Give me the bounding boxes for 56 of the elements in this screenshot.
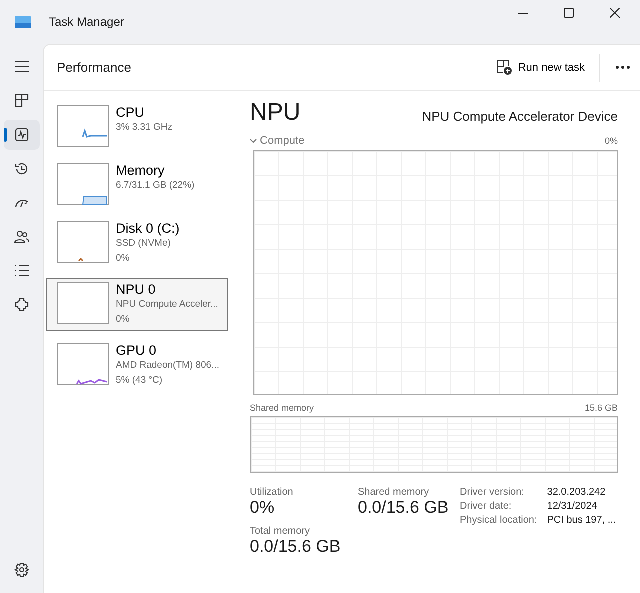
processes-icon: [14, 93, 30, 109]
menu-icon: [14, 59, 30, 75]
run-new-task-button[interactable]: Run new task: [489, 56, 593, 79]
device-detail: 5% (43 °C): [116, 374, 164, 388]
new-task-icon: [497, 60, 512, 75]
stat-label: Utilization: [250, 487, 294, 498]
device-item[interactable]: Disk 0 (C:) SSD (NVMe) 0%: [46, 217, 228, 270]
users-icon: [14, 229, 30, 245]
sparkline-graph: [57, 282, 109, 324]
device-detail: 0%: [116, 313, 131, 327]
info-label: Driver date:: [460, 501, 513, 512]
info-label: Physical location:: [460, 515, 538, 526]
close-icon[interactable]: [610, 8, 620, 18]
stat-label: Shared memory: [358, 487, 430, 498]
chevron-icon: [250, 139, 257, 144]
device-detail: 0%: [116, 252, 131, 266]
page-title: Performance: [57, 60, 132, 75]
stat-value: 0.0/15.6 GB: [358, 498, 450, 518]
device-name: NPU 0: [116, 282, 157, 297]
stat-label: Total memory: [250, 526, 312, 537]
device-item[interactable]: CPU 3% 3.31 GHz: [46, 101, 228, 151]
graph-max-label: 0%: [604, 136, 618, 146]
device-name: Disk 0 (C:): [116, 221, 180, 236]
device-detail: AMD Radeon(TM) 806...: [116, 359, 220, 373]
device-model: NPU Compute Accelerator Device: [422, 109, 618, 126]
nav-button[interactable]: [4, 120, 40, 150]
device-item[interactable]: GPU 0 AMD Radeon(TM) 806... 5% (43 °C): [46, 339, 228, 392]
device-name: CPU: [116, 105, 146, 120]
device-name: Memory: [116, 163, 166, 178]
stat-value: 0.0/15.6 GB: [250, 537, 342, 557]
settings-icon: [14, 562, 30, 578]
graph-label: Compute: [250, 135, 305, 147]
device-detail: 3% 3.31 GHz: [116, 121, 172, 135]
details-icon: [14, 263, 30, 279]
info-value: 32.0.203.242: [547, 487, 607, 498]
graph-max-label: 15.6 GB: [584, 403, 618, 413]
app-icon: [15, 16, 31, 28]
performance-icon: [14, 127, 30, 143]
device-type-title: NPU: [250, 99, 301, 127]
history-icon: [14, 161, 30, 177]
more-icon: [616, 66, 630, 69]
info-value: PCI bus 197, ...: [547, 515, 616, 526]
stat-value: 0%: [250, 498, 276, 518]
info-value: 12/31/2024: [547, 501, 598, 512]
window-title: Task Manager: [49, 15, 124, 29]
graph-label: Shared memory: [250, 403, 314, 413]
info-label: Driver version:: [460, 487, 526, 498]
device-item[interactable]: Memory 6.7/31.1 GB (22%): [46, 159, 228, 209]
device-detail: SSD (NVMe): [116, 237, 172, 251]
maximize-icon[interactable]: [564, 8, 574, 18]
device-detail: 6.7/31.1 GB (22%): [116, 179, 195, 193]
minimize-icon[interactable]: [518, 12, 528, 14]
services-icon: [14, 297, 30, 313]
device-name: GPU 0: [116, 343, 158, 358]
device-item[interactable]: NPU 0 NPU Compute Acceler... 0%: [46, 278, 228, 331]
device-detail: NPU Compute Acceler...: [116, 298, 218, 312]
